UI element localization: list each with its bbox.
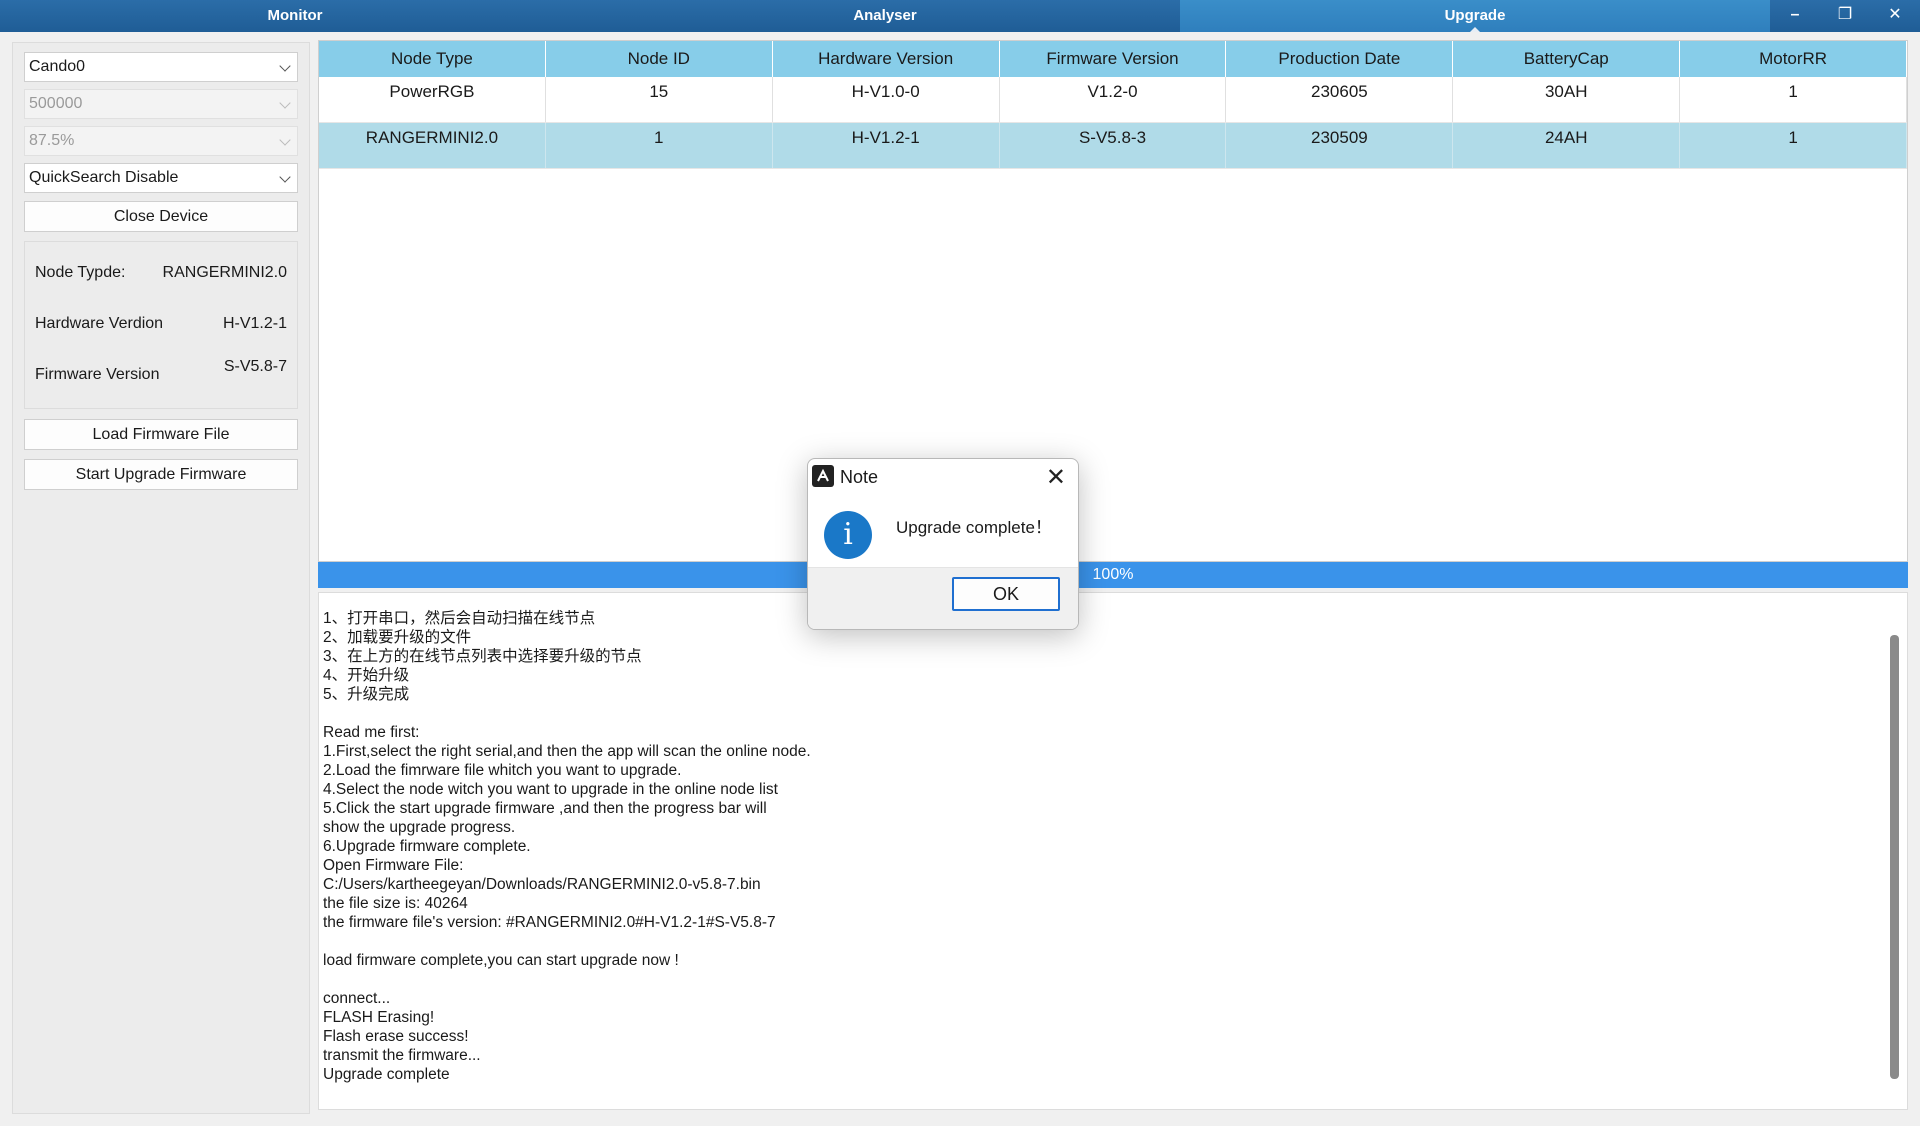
- column-header[interactable]: Node Type: [319, 41, 546, 77]
- log-line: 3、在上方的在线节点列表中选择要升级的节点: [323, 648, 642, 665]
- chevron-down-icon: [279, 134, 291, 146]
- table-cell: H-V1.0-0: [773, 77, 1000, 122]
- log-scrollbar[interactable]: [1890, 635, 1899, 1079]
- dialog-title: Note: [840, 467, 879, 487]
- firmware-version-value: S-V5.8-7: [223, 358, 287, 375]
- quicksearch-value: QuickSearch Disable: [29, 169, 179, 186]
- column-header[interactable]: Node ID: [546, 41, 773, 77]
- log-line: load firmware complete,you can start upg…: [323, 952, 679, 969]
- log-line: the firmware file's version: #RANGERMINI…: [323, 914, 776, 931]
- table-header: Node Type Node ID Hardware Version Firmw…: [319, 41, 1907, 77]
- table-cell: 230509: [1226, 123, 1454, 168]
- log-line: 1、打开串口，然后会自动扫描在线节点: [323, 610, 596, 627]
- log-line: 4、开始升级: [323, 667, 410, 684]
- column-header[interactable]: BatteryCap: [1453, 41, 1681, 77]
- column-header[interactable]: Hardware Version: [773, 41, 1000, 77]
- log-line: Open Firmware File:: [323, 857, 464, 874]
- restore-icon[interactable]: ❐: [1820, 0, 1870, 32]
- tab-analyser[interactable]: Analyser: [590, 0, 1180, 32]
- note-dialog: Note ✕ i Upgrade complete！ OK: [807, 458, 1079, 630]
- dialog-message: Upgrade complete！: [896, 518, 1052, 537]
- column-header[interactable]: Firmware Version: [1000, 41, 1227, 77]
- progress-text: 100%: [1092, 566, 1134, 583]
- table-cell: 1: [1680, 123, 1907, 168]
- ok-button[interactable]: OK: [952, 577, 1060, 611]
- log-line: 4.Select the node witch you want to upgr…: [323, 781, 778, 798]
- table-row[interactable]: PowerRGB 15 H-V1.0-0 V1.2-0 230605 30AH …: [319, 77, 1907, 123]
- table-cell: 1: [1680, 77, 1907, 122]
- device-select-value: Cando0: [29, 58, 86, 75]
- node-type-label: Node Typde:: [35, 264, 126, 281]
- close-device-button[interactable]: Close Device: [24, 201, 298, 232]
- log-line: transmit the firmware...: [323, 1047, 481, 1064]
- tab-upgrade[interactable]: Upgrade: [1180, 0, 1770, 32]
- hardware-version-value: H-V1.2-1: [222, 315, 287, 332]
- log-line: 2、加载要升级的文件: [323, 629, 472, 646]
- table-cell: 30AH: [1453, 77, 1681, 122]
- table-cell: H-V1.2-1: [773, 123, 1000, 168]
- log-line: Upgrade complete: [323, 1066, 450, 1083]
- table-cell: S-V5.8-3: [1000, 123, 1227, 168]
- column-header[interactable]: Production Date: [1226, 41, 1454, 77]
- log-line: show the upgrade progress.: [323, 819, 516, 836]
- dialog-titlebar: Note ✕: [808, 459, 1078, 493]
- table-cell: PowerRGB: [319, 77, 546, 122]
- log-line: Read me first:: [323, 724, 420, 741]
- log-lines: 1、打开串口，然后会自动扫描在线节点 2、加载要升级的文件 3、在上方的在线节点列表…: [323, 609, 811, 1084]
- hardware-version-label: Hardware Verdion: [35, 315, 164, 332]
- sample-point-value: 87.5%: [29, 132, 75, 149]
- table-cell: RANGERMINI2.0: [319, 123, 546, 168]
- window-controls: – ❐ ✕: [1770, 0, 1920, 32]
- start-upgrade-button[interactable]: Start Upgrade Firmware: [24, 459, 298, 490]
- table-cell: 15: [546, 77, 773, 122]
- table-row-selected[interactable]: RANGERMINI2.0 1 H-V1.2-1 S-V5.8-3 230509…: [319, 123, 1907, 169]
- upgrade-progress-bar: 100%: [318, 562, 1908, 588]
- quicksearch-select[interactable]: QuickSearch Disable: [24, 163, 298, 193]
- log-line: 5.Click the start upgrade firmware ,and …: [323, 800, 767, 817]
- log-line: connect...: [323, 990, 391, 1007]
- log-line: FLASH Erasing!: [323, 1009, 435, 1026]
- info-icon: i: [824, 511, 872, 559]
- sample-point-select: 87.5%: [24, 126, 298, 156]
- close-icon[interactable]: ✕: [1870, 0, 1920, 32]
- app-icon: [812, 465, 834, 487]
- log-line: 6.Upgrade firmware complete.: [323, 838, 531, 855]
- node-info-box: Node Typde: RANGERMINI2.0 Hardware Verdi…: [24, 241, 298, 409]
- column-header[interactable]: MotorRR: [1680, 41, 1907, 77]
- top-tab-bar: Monitor Analyser Upgrade – ❐ ✕: [0, 0, 1920, 32]
- log-line: the file size is: 40264: [323, 895, 468, 912]
- tab-monitor[interactable]: Monitor: [0, 0, 590, 32]
- chevron-down-icon: [279, 171, 291, 183]
- left-panel: Cando0 500000 87.5% QuickSearch Disable …: [12, 42, 310, 1114]
- table-cell: 1: [546, 123, 773, 168]
- table-cell: V1.2-0: [1000, 77, 1227, 122]
- chevron-down-icon: [279, 97, 291, 109]
- minimize-icon[interactable]: –: [1770, 0, 1820, 32]
- chevron-down-icon: [279, 60, 291, 72]
- baud-rate-value: 500000: [29, 95, 83, 112]
- device-select[interactable]: Cando0: [24, 52, 298, 82]
- close-icon[interactable]: ✕: [1046, 463, 1066, 492]
- log-output[interactable]: 1、打开串口，然后会自动扫描在线节点 2、加载要升级的文件 3、在上方的在线节点列表…: [318, 592, 1908, 1110]
- node-type-value: RANGERMINI2.0: [162, 264, 287, 281]
- log-line: 2.Load the fimrware file whitch you want…: [323, 762, 682, 779]
- firmware-version-label: Firmware Version: [35, 366, 160, 383]
- table-cell: 230605: [1226, 77, 1454, 122]
- baud-rate-select: 500000: [24, 89, 298, 119]
- log-line: 1.First,select the right serial,and then…: [323, 743, 811, 760]
- load-firmware-button[interactable]: Load Firmware File: [24, 419, 298, 450]
- log-line: C:/Users/kartheegeyan/Downloads/RANGERMI…: [323, 876, 761, 893]
- log-line: Flash erase success!: [323, 1028, 469, 1045]
- log-line: 5、升级完成: [323, 686, 410, 703]
- online-node-table: Node Type Node ID Hardware Version Firmw…: [318, 40, 1908, 562]
- table-cell: 24AH: [1453, 123, 1681, 168]
